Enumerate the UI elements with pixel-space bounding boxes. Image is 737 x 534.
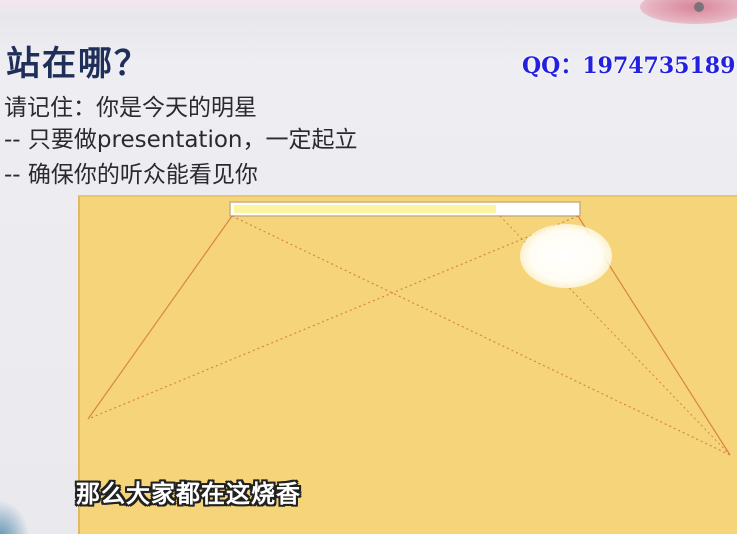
sightline-left-dotted: [231, 215, 731, 456]
projector-glare: [520, 224, 612, 288]
corner-glare: [640, 0, 737, 24]
corner-shadow: [0, 500, 30, 534]
sightline-left-solid: [87, 215, 233, 420]
slide-line-2: -- 只要做presentation，一定起立: [4, 127, 358, 153]
slide-line-1: 请记住：你是今天的明星: [4, 95, 257, 121]
video-subtitle: 那么大家都在这烧香: [76, 480, 301, 508]
projection-screen-fill: [234, 205, 496, 213]
screen-top-edge: [0, 0, 737, 12]
slide-title: 站在哪？: [6, 44, 150, 84]
video-frame: 站在哪？ QQ：1974735189 请记住：你是今天的明星 -- 只要做pre…: [0, 0, 737, 534]
qq-watermark: QQ：1974735189: [522, 53, 736, 79]
corner-clip-icon: [694, 2, 704, 12]
slide-line-3: -- 确保你的听众能看见你: [4, 162, 258, 188]
sightline-right-dotted: [87, 215, 579, 420]
